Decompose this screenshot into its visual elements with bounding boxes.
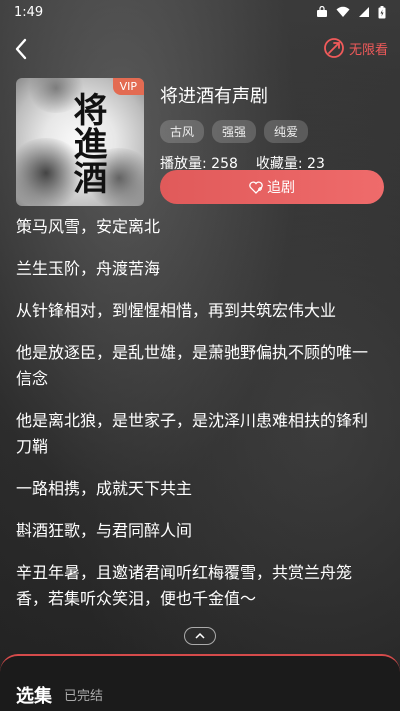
description-line: 辛丑年暑，且邀诸君闻听红梅覆雪，共赏兰舟笼香，若集听众笑泪，便也千金值～ [16, 563, 353, 608]
description-line: 策马风雪，安定离北 [16, 217, 161, 236]
description-line: 一路相携，成就天下共主 [16, 479, 193, 498]
battery-icon [378, 5, 386, 18]
episodes-status: 已完结 [64, 689, 104, 704]
tag-list: 古风 强强 纯爱 [160, 120, 384, 143]
status-bar: 1:49 [0, 0, 400, 24]
description-line: 从针锋相对，到惺惺相惜，再到共筑宏伟大业 [16, 301, 337, 320]
description-line: 兰生玉阶，舟渡苦海 [16, 259, 161, 278]
cover-title: 将進酒 [67, 92, 107, 194]
unlimited-button[interactable]: 无限看 [323, 37, 388, 59]
description: 策马风雪，安定离北 兰生玉阶，舟渡苦海 从针锋相对，到惺惺相惜，再到共筑宏伟大业… [16, 214, 382, 628]
status-time: 1:49 [14, 4, 44, 20]
collapse-button[interactable] [184, 627, 216, 645]
follow-label: 追剧 [267, 180, 295, 196]
unlimited-icon [324, 38, 344, 58]
follow-button[interactable]: 追剧 [160, 170, 384, 204]
cover-image[interactable]: 将進酒 VIP [16, 78, 144, 206]
description-line: 斟酒狂歌，与君同醉人间 [16, 521, 193, 540]
nav-bar: 无限看 [0, 34, 400, 64]
description-line: 他是离北狼，是世家子，是沈泽川患难相扶的锋利刀鞘 [16, 411, 369, 456]
unlimited-label: 无限看 [348, 42, 388, 58]
heart-plus-icon [249, 180, 263, 194]
drama-header: 将進酒 VIP 将进酒有声剧 古风 强强 纯爱 播放量: 258 收藏量: 23… [16, 78, 384, 208]
tag[interactable]: 纯爱 [264, 120, 309, 143]
description-line: 他是放逐臣，是乱世雄，是萧驰野偏执不顾的唯一信念 [16, 343, 369, 388]
tag[interactable]: 强强 [212, 120, 257, 143]
back-button[interactable] [10, 36, 34, 62]
wifi-icon [336, 6, 350, 17]
episodes-sheet[interactable]: 选集 已完结 [0, 654, 400, 711]
bag-icon [317, 6, 327, 17]
chevron-left-icon [15, 38, 27, 60]
signal-icon [359, 7, 369, 17]
vip-badge: VIP [112, 78, 144, 95]
status-icons [316, 5, 386, 19]
drama-title: 将进酒有声剧 [160, 86, 268, 107]
chevron-up-icon [195, 632, 205, 639]
tag[interactable]: 古风 [160, 120, 205, 143]
episodes-title: 选集 [16, 686, 52, 707]
drama-info: 将进酒有声剧 古风 强强 纯爱 播放量: 258 收藏量: 23 追剧 [160, 78, 384, 204]
